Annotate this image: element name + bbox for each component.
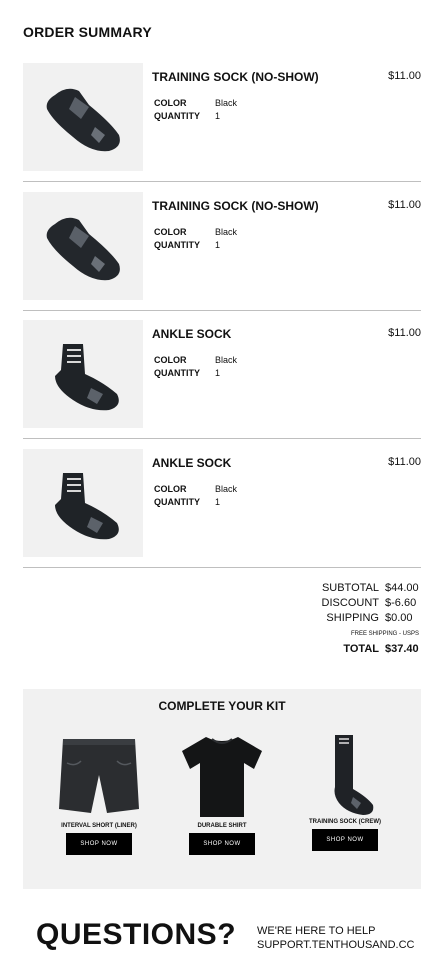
product-attributes: COLOR Black QUANTITY 1 bbox=[154, 354, 237, 380]
quantity-label: QUANTITY bbox=[154, 497, 200, 507]
shipping-note: FREE SHIPPING - USPS bbox=[350, 631, 419, 637]
kit-item-name: INTERVAL SHORT (LINER) bbox=[61, 823, 137, 829]
shop-now-button[interactable]: SHOP NOW bbox=[312, 829, 378, 851]
product-image bbox=[23, 192, 143, 300]
color-value: Black bbox=[215, 227, 238, 237]
support-info: WE'RE HERE TO HELP SUPPORT.TENTHOUSAND.C… bbox=[257, 924, 414, 952]
color-value: Black bbox=[215, 355, 238, 365]
divider bbox=[23, 567, 421, 568]
color-label: COLOR bbox=[154, 227, 187, 237]
quantity-value: 1 bbox=[215, 111, 221, 121]
product-image bbox=[23, 63, 143, 171]
divider bbox=[23, 181, 421, 182]
shop-now-button[interactable]: SHOP NOW bbox=[189, 833, 255, 855]
order-item: TRAINING SOCK (NO-SHOW) $11.00 COLOR Blac… bbox=[23, 63, 421, 191]
help-text: WE'RE HERE TO HELP bbox=[257, 925, 376, 937]
discount-value: $-6.60 bbox=[385, 597, 417, 609]
total-row: TOTAL $37.40 bbox=[219, 642, 419, 657]
total-value: $37.40 bbox=[385, 643, 419, 655]
color-label: COLOR bbox=[154, 484, 187, 494]
order-email: ORDER SUMMARY TRAINING SOCK (NO-SHOW) $1… bbox=[0, 0, 444, 973]
product-name: ANKLE SOCK bbox=[152, 327, 232, 341]
kit-item-shirt: DURABLE SHIRT SHOP NOW bbox=[162, 733, 282, 855]
subtotal-label: SUBTOTAL bbox=[321, 582, 379, 594]
quantity-value: 1 bbox=[215, 368, 221, 378]
ankle-sock-icon bbox=[55, 473, 119, 540]
product-price: $11.00 bbox=[388, 456, 421, 468]
product-name: ANKLE SOCK bbox=[152, 456, 232, 470]
no-show-sock-icon bbox=[46, 88, 120, 152]
product-name: TRAINING SOCK (NO-SHOW) bbox=[152, 70, 319, 84]
color-value: Black bbox=[215, 484, 238, 494]
order-item: TRAINING SOCK (NO-SHOW) $11.00 COLOR Blac… bbox=[23, 192, 421, 320]
product-image bbox=[23, 320, 143, 428]
quantity-label: QUANTITY bbox=[154, 240, 200, 250]
complete-your-kit-panel: COMPLETE YOUR KIT INTERVAL SHORT (LINER)… bbox=[23, 689, 421, 889]
no-show-sock-icon bbox=[46, 217, 120, 281]
product-attributes: COLOR Black QUANTITY 1 bbox=[154, 97, 237, 123]
product-image bbox=[23, 449, 143, 557]
color-label: COLOR bbox=[154, 355, 187, 365]
kit-item-name: TRAINING SOCK (CREW) bbox=[309, 819, 381, 825]
kit-title: COMPLETE YOUR KIT bbox=[158, 699, 286, 713]
quantity-value: 1 bbox=[215, 240, 221, 250]
order-item: ANKLE SOCK $11.00 COLOR Black QUANTITY 1 bbox=[23, 320, 421, 448]
crew-sock-icon bbox=[334, 735, 374, 815]
discount-row: DISCOUNT $-6.60 bbox=[219, 596, 419, 611]
product-attributes: COLOR Black QUANTITY 1 bbox=[154, 226, 237, 252]
questions-heading: QUESTIONS? bbox=[36, 918, 237, 951]
shipping-label: SHIPPING bbox=[326, 612, 379, 624]
total-label: TOTAL bbox=[343, 643, 379, 655]
subtotal-value: $44.00 bbox=[385, 582, 419, 594]
divider bbox=[23, 310, 421, 311]
support-link[interactable]: SUPPORT.TENTHOUSAND.CC bbox=[257, 938, 414, 952]
subtotal-row: SUBTOTAL $44.00 bbox=[219, 581, 419, 596]
ankle-sock-icon bbox=[55, 344, 119, 411]
kit-item-crew-sock: TRAINING SOCK (CREW) SHOP NOW bbox=[285, 733, 405, 851]
discount-label: DISCOUNT bbox=[321, 597, 379, 609]
shipping-value: $0.00 bbox=[385, 612, 413, 624]
shorts-icon bbox=[59, 739, 139, 813]
order-totals: SUBTOTAL $44.00 DISCOUNT $-6.60 SHIPPING $0… bbox=[219, 581, 419, 657]
order-summary-title: ORDER SUMMARY bbox=[23, 24, 152, 40]
shop-now-button[interactable]: SHOP NOW bbox=[66, 833, 132, 855]
product-price: $11.00 bbox=[388, 199, 421, 211]
shipping-row: SHIPPING $0.00 bbox=[219, 611, 419, 626]
color-label: COLOR bbox=[154, 98, 187, 108]
kit-item-shorts: INTERVAL SHORT (LINER) SHOP NOW bbox=[39, 733, 159, 855]
product-price: $11.00 bbox=[388, 70, 421, 82]
product-name: TRAINING SOCK (NO-SHOW) bbox=[152, 199, 319, 213]
shirt-icon bbox=[182, 737, 262, 817]
product-attributes: COLOR Black QUANTITY 1 bbox=[154, 483, 237, 509]
quantity-label: QUANTITY bbox=[154, 111, 200, 121]
kit-item-name: DURABLE SHIRT bbox=[197, 823, 247, 829]
order-item: ANKLE SOCK $11.00 COLOR Black QUANTITY 1 bbox=[23, 449, 421, 577]
color-value: Black bbox=[215, 98, 238, 108]
quantity-value: 1 bbox=[215, 497, 221, 507]
product-price: $11.00 bbox=[388, 327, 421, 339]
quantity-label: QUANTITY bbox=[154, 368, 200, 378]
divider bbox=[23, 438, 421, 439]
